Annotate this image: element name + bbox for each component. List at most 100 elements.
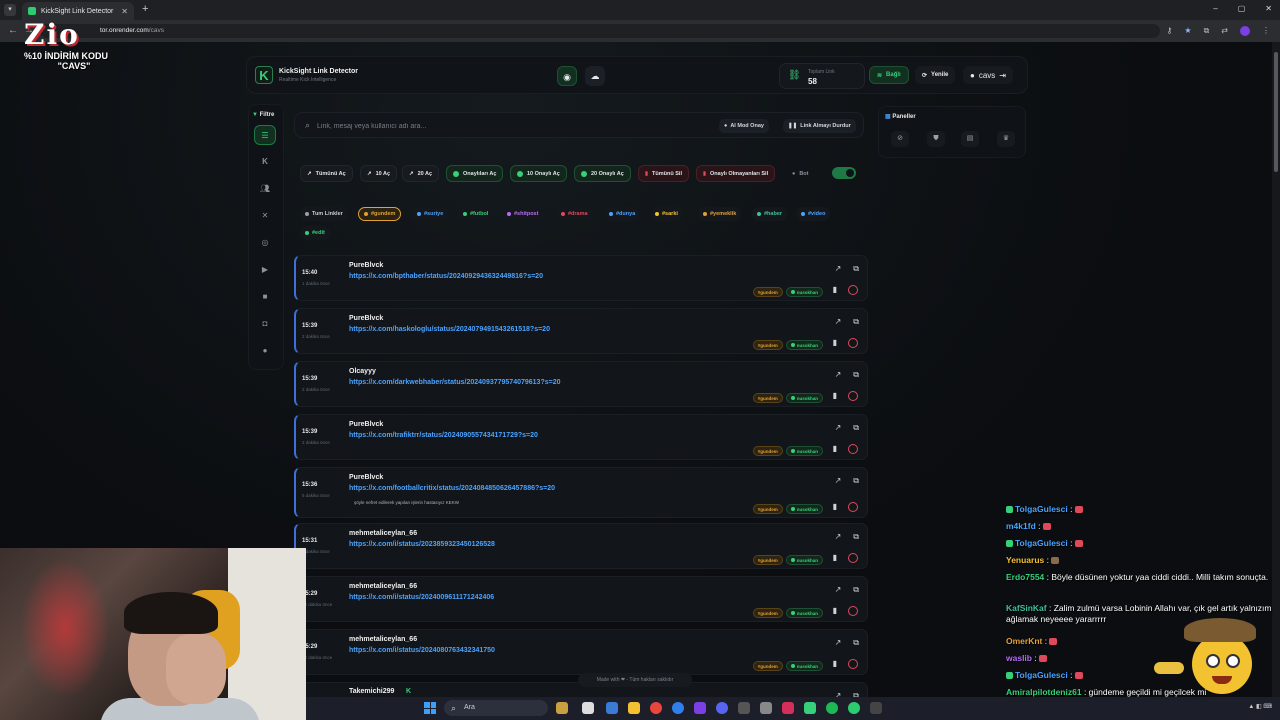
tag-filter-1[interactable]: #gundem bbox=[358, 207, 402, 221]
link-username[interactable]: PureBlvck bbox=[349, 474, 383, 481]
taskbar-discord-icon[interactable] bbox=[716, 702, 728, 714]
profile-switch-icon[interactable]: ⇄ bbox=[1221, 26, 1228, 36]
open-external-icon[interactable]: ↗ bbox=[835, 585, 842, 595]
link-username[interactable]: mehmetaliceylan_66 bbox=[349, 636, 417, 643]
tag-filter-8[interactable]: #yemeklik bbox=[698, 207, 742, 221]
copy-icon[interactable]: ⧉ bbox=[853, 638, 859, 648]
back-button[interactable]: ← bbox=[8, 25, 18, 36]
link-card[interactable]: 15:29 12 dakika önce mehmetaliceylan_66 htt… bbox=[294, 576, 868, 622]
block-link-icon[interactable] bbox=[848, 606, 858, 616]
theme-icon[interactable]: ☁ bbox=[585, 66, 605, 86]
tag-filter-5[interactable]: #drama bbox=[556, 207, 593, 221]
delete-link-icon[interactable]: ▮ bbox=[833, 285, 837, 294]
delete-link-icon[interactable]: ▮ bbox=[833, 502, 837, 511]
sidebar-item-web[interactable]: ● bbox=[254, 341, 276, 361]
taskbar-whatsapp-icon[interactable] bbox=[848, 702, 860, 714]
link-username[interactable]: PureBlvck bbox=[349, 421, 383, 428]
link-username[interactable]: PureBlvck bbox=[349, 315, 383, 322]
system-tray[interactable]: ▲ ◧ ⌨ bbox=[1248, 703, 1272, 710]
taskbar-app-icon[interactable] bbox=[556, 702, 568, 714]
taskbar-app-icon[interactable] bbox=[804, 702, 816, 714]
sidebar-item-users[interactable]: 👥︎ bbox=[254, 179, 276, 199]
link-card[interactable]: 15:36 5 dakika önce PureBlvck https://x.com… bbox=[294, 467, 868, 518]
link-url[interactable]: https://x.com/darkwebhaber/status/202409… bbox=[349, 379, 560, 386]
taskbar-folder-icon[interactable] bbox=[628, 702, 640, 714]
tag-filter-6[interactable]: #dunya bbox=[604, 207, 641, 221]
link-url[interactable]: https://x.com/footballcritix/status/2024… bbox=[349, 485, 555, 492]
taskbar-app-icon[interactable] bbox=[582, 702, 594, 714]
block-link-icon[interactable] bbox=[848, 553, 858, 563]
open-external-icon[interactable]: ↗ bbox=[835, 476, 842, 486]
link-username[interactable]: Olcayyy bbox=[349, 368, 376, 375]
tag-filter-4[interactable]: #shitpost bbox=[502, 207, 544, 221]
open-all-button[interactable]: ↗ Tümünü Aç bbox=[300, 165, 353, 182]
open-20-approved-button[interactable]: 20 Onaylı Aç bbox=[574, 165, 631, 182]
profile-avatar[interactable] bbox=[1240, 26, 1250, 36]
block-link-icon[interactable] bbox=[848, 338, 858, 348]
block-link-icon[interactable] bbox=[848, 502, 858, 512]
copy-icon[interactable]: ⧉ bbox=[853, 317, 859, 327]
logout-icon[interactable]: ⇥ bbox=[999, 71, 1006, 80]
tag-filter-11[interactable]: #edit bbox=[300, 226, 330, 240]
link-username[interactable]: Takemichi299 bbox=[349, 688, 394, 695]
link-url[interactable]: https://x.com/i/status/20238593234501265… bbox=[349, 541, 495, 548]
block-link-icon[interactable] bbox=[848, 659, 858, 669]
link-url[interactable]: https://x.com/bpthaber/status/2024092943… bbox=[349, 273, 543, 280]
link-username[interactable]: mehmetaliceylan_66 bbox=[349, 583, 417, 590]
taskbar-app-icon[interactable] bbox=[694, 702, 706, 714]
open-external-icon[interactable]: ↗ bbox=[835, 370, 842, 380]
sidebar-item-x[interactable]: ✕ bbox=[254, 206, 276, 226]
taskbar-app-icon[interactable] bbox=[606, 702, 618, 714]
open-external-icon[interactable]: ↗ bbox=[835, 264, 842, 274]
taskbar-chrome-icon[interactable] bbox=[650, 702, 662, 714]
sidebar-item-all[interactable]: ☰ bbox=[254, 125, 276, 145]
stop-links-button[interactable]: ❚❚ Link Almayı Durdur bbox=[783, 119, 856, 133]
link-card[interactable]: 15:31 9 dakika önce mehmetaliceylan_66 http… bbox=[294, 523, 868, 569]
password-key-icon[interactable]: ⚷ bbox=[1167, 26, 1173, 36]
refresh-button[interactable]: ⟳ Yenile bbox=[915, 66, 956, 84]
url-field[interactable]: tor.onrender.com/cavs bbox=[40, 24, 1160, 38]
trophy-panel-button[interactable]: ♛ bbox=[997, 131, 1015, 147]
tag-filter-2[interactable]: #suriye bbox=[412, 207, 449, 221]
search-input[interactable] bbox=[317, 118, 707, 134]
taskbar-spotify-icon[interactable] bbox=[826, 702, 838, 714]
link-card[interactable]: 15:29 12 dakika önce mehmetaliceylan_66 htt… bbox=[294, 629, 868, 675]
sidebar-item-kick[interactable]: K bbox=[254, 152, 276, 172]
copy-icon[interactable]: ⧉ bbox=[853, 532, 859, 542]
tag-filter-9[interactable]: #haber bbox=[752, 207, 788, 221]
link-card[interactable]: 15:39 2 dakika önce PureBlvck https://x.com… bbox=[294, 308, 868, 354]
ai-mode-button[interactable]: ● AI Mod Onay bbox=[719, 119, 769, 133]
copy-icon[interactable]: ⧉ bbox=[853, 264, 859, 274]
windows-start-icon[interactable] bbox=[424, 702, 436, 714]
block-link-icon[interactable] bbox=[848, 285, 858, 295]
open-10-approved-button[interactable]: 10 Onaylı Aç bbox=[510, 165, 567, 182]
open-approved-button[interactable]: Onaylıları Aç bbox=[446, 165, 504, 182]
taskbar-app-icon[interactable] bbox=[870, 702, 882, 714]
archive-panel-button[interactable]: ▤ bbox=[961, 131, 979, 147]
link-url[interactable]: https://x.com/i/status/20240807634323417… bbox=[349, 647, 495, 654]
open-external-icon[interactable]: ↗ bbox=[835, 317, 842, 327]
delete-link-icon[interactable]: ▮ bbox=[833, 606, 837, 615]
link-card[interactable]: 15:40 1 dakika önce PureBlvck https://x.com… bbox=[294, 255, 868, 301]
copy-icon[interactable]: ⧉ bbox=[853, 423, 859, 433]
link-url[interactable]: https://x.com/trafiktrr/status/202409055… bbox=[349, 432, 538, 439]
delete-unapproved-button[interactable]: ▮ Onaylı Olmayanları Sil bbox=[696, 165, 776, 182]
link-url[interactable]: https://x.com/haskologlu/status/20240794… bbox=[349, 326, 550, 333]
bot-toggle[interactable] bbox=[832, 167, 856, 179]
taskbar-search[interactable]: Ara bbox=[444, 700, 548, 716]
chrome-extension-icon[interactable]: ◉ bbox=[557, 66, 577, 86]
copy-icon[interactable]: ⧉ bbox=[853, 585, 859, 595]
copy-icon[interactable]: ⧉ bbox=[853, 370, 859, 380]
scrollbar-thumb[interactable] bbox=[1274, 52, 1278, 172]
sidebar-item-video[interactable]: ■ bbox=[254, 287, 276, 307]
block-link-icon[interactable] bbox=[848, 391, 858, 401]
tag-filter-7[interactable]: #sarki bbox=[650, 207, 683, 221]
sidebar-item-instagram[interactable]: ◎ bbox=[254, 233, 276, 253]
tag-filter-3[interactable]: #futbol bbox=[458, 207, 494, 221]
delete-link-icon[interactable]: ▮ bbox=[833, 444, 837, 453]
open-external-icon[interactable]: ↗ bbox=[835, 423, 842, 433]
minimize-button[interactable]: – bbox=[1213, 4, 1217, 13]
delete-link-icon[interactable]: ▮ bbox=[833, 338, 837, 347]
open-20-button[interactable]: ↗ 20 Aç bbox=[402, 165, 440, 182]
open-external-icon[interactable]: ↗ bbox=[835, 638, 842, 648]
